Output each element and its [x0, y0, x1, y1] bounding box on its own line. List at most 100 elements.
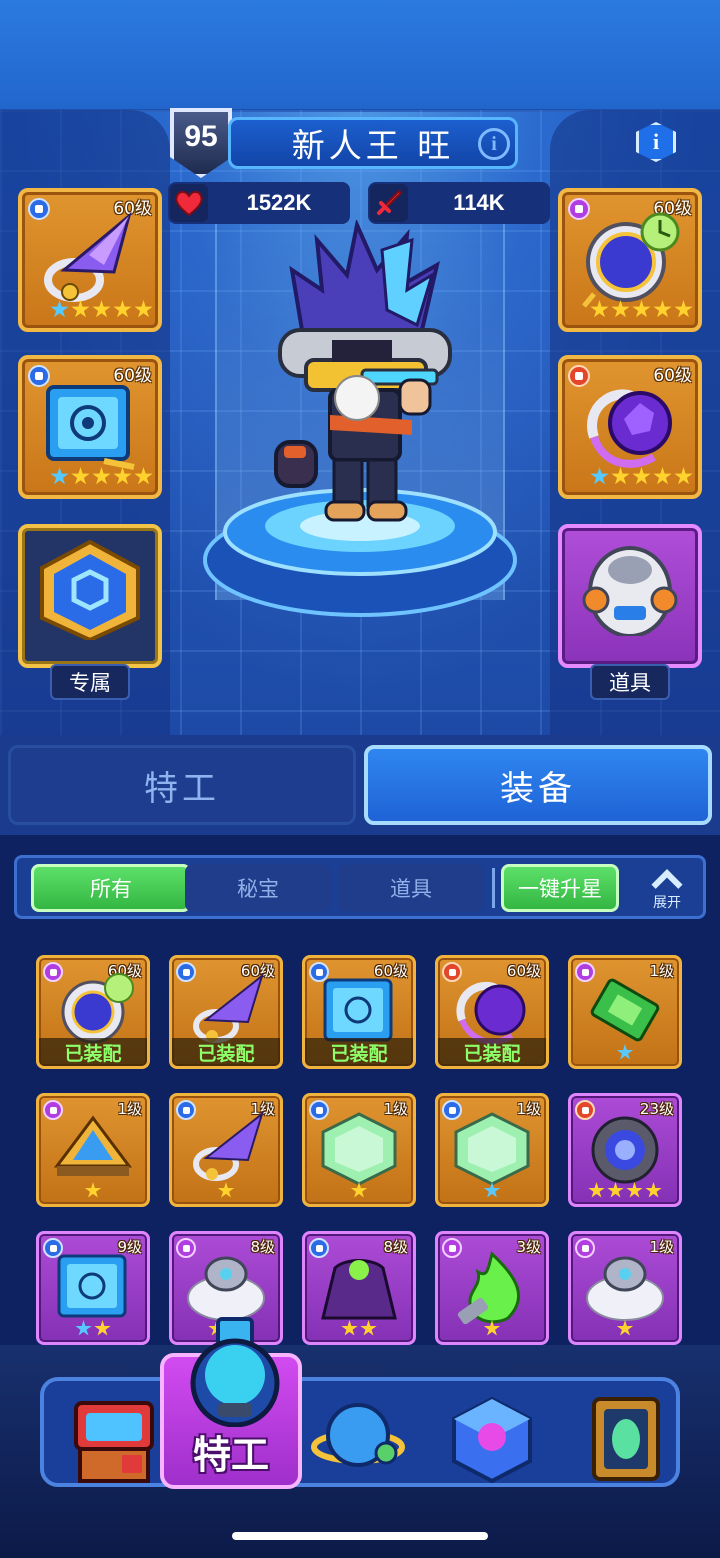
star-icon	[483, 1182, 501, 1198]
jade-shield-icon	[454, 1112, 530, 1186]
inventory-item[interactable]: 1级	[302, 1093, 416, 1207]
equip-slot-right-2[interactable]: 60级	[558, 355, 702, 499]
nav-agent-active[interactable]: 特工	[160, 1317, 302, 1489]
star-rating	[483, 1320, 501, 1338]
equipped-label: 已装配	[172, 1038, 280, 1066]
star-rating	[616, 1320, 634, 1338]
tab-agent[interactable]: 特工	[8, 745, 356, 825]
tab-equip[interactable]: 装备	[364, 745, 712, 825]
crystal-blade-icon	[193, 973, 264, 1043]
main-tabs: 特工 装备	[0, 735, 720, 835]
inventory-item[interactable]: 1级	[568, 955, 682, 1069]
attack-stat: 114K	[368, 182, 550, 224]
portal-icon[interactable]	[578, 1391, 674, 1487]
star-rating	[84, 1182, 102, 1200]
dark-cloak-icon	[321, 1259, 397, 1320]
crystal-blade-icon	[44, 211, 132, 302]
star-rating	[616, 1044, 634, 1062]
inventory-item[interactable]: 60级 已装配	[435, 955, 549, 1069]
star-icon	[607, 1182, 624, 1198]
exclusive-label: 专属	[50, 664, 130, 700]
star-icon	[94, 1320, 111, 1336]
star-rating	[217, 1182, 235, 1200]
tech-cube-icon	[323, 978, 393, 1042]
equipped-label: 已装配	[39, 1038, 147, 1066]
green-gem-icon	[590, 978, 660, 1042]
equip-slot-left-2[interactable]: 60级	[18, 355, 162, 499]
hex-emblem-icon	[40, 540, 140, 640]
inventory-item[interactable]: 1级	[169, 1093, 283, 1207]
nav-bar	[40, 1377, 680, 1487]
star-icon	[616, 1044, 634, 1060]
player-name[interactable]: 新人王 旺	[228, 117, 518, 169]
star-rating	[50, 300, 153, 320]
agent-character[interactable]	[262, 220, 462, 530]
star-icon	[84, 1182, 102, 1198]
magic-cube-icon[interactable]	[444, 1391, 540, 1487]
filter-divider	[492, 868, 495, 908]
star-rating	[483, 1182, 501, 1200]
tech-cube-icon	[46, 385, 135, 470]
inventory-panel: 所有 秘宝 道具 一键升星 展开 60级 已装配 60级 已装配 60级 已装配 60级 已装…	[0, 835, 720, 1365]
inventory-item[interactable]: 1级	[435, 1093, 549, 1207]
inventory-item[interactable]: 3级	[435, 1231, 549, 1345]
heart-icon	[170, 184, 208, 222]
equip-slot-right-1[interactable]: 60级	[558, 188, 702, 332]
inventory-item[interactable]: 60级 已装配	[302, 955, 416, 1069]
pyramid-icon	[54, 1115, 132, 1176]
inventory-item[interactable]: 8级	[302, 1231, 416, 1345]
star-icon	[341, 1320, 358, 1336]
filter-treasure[interactable]: 秘宝	[185, 864, 331, 912]
inventory-item[interactable]: 60级 已装配	[169, 955, 283, 1069]
inventory-item[interactable]: 1级	[36, 1093, 150, 1207]
fur-ring-icon	[187, 1256, 265, 1321]
one-click-star-up-button[interactable]: 一键升星	[501, 864, 619, 912]
star-icon	[360, 1320, 377, 1336]
prop-label: 道具	[590, 664, 670, 700]
star-rating	[588, 1182, 662, 1200]
star-rating	[341, 1320, 377, 1338]
info-icon[interactable]: i	[478, 128, 510, 160]
hp-value: 1522K	[246, 190, 312, 215]
star-icon	[350, 1182, 368, 1198]
inventory-item[interactable]: 9级	[36, 1231, 150, 1345]
pocket-watch-icon	[61, 973, 134, 1044]
hero-area: 95 新人王 旺 i i 1522K 114K 60级 60级 专属 60级 6…	[0, 0, 720, 735]
energy-core-icon	[591, 1116, 659, 1184]
star-rating	[75, 1320, 111, 1338]
star-rating	[50, 467, 153, 487]
sword-icon	[370, 184, 408, 222]
pocket-watch-icon	[582, 212, 680, 308]
equipped-label: 已装配	[438, 1038, 546, 1066]
bottom-nav: 特工	[0, 1317, 720, 1558]
star-icon	[588, 1182, 605, 1198]
star-icon	[75, 1320, 92, 1336]
filter-all[interactable]: 所有	[31, 864, 191, 912]
inventory-item[interactable]: 60级 已装配	[36, 955, 150, 1069]
filter-prop[interactable]: 道具	[338, 864, 484, 912]
shop-robot-icon[interactable]	[66, 1391, 162, 1487]
purple-orb-icon	[587, 389, 672, 468]
home-indicator[interactable]	[232, 1532, 488, 1540]
prop-slot[interactable]	[558, 524, 702, 668]
star-rating	[590, 300, 693, 320]
star-icon	[483, 1320, 501, 1336]
hp-stat: 1522K	[168, 182, 350, 224]
star-rating	[590, 467, 693, 487]
star-icon	[217, 1182, 235, 1198]
expand-button[interactable]: 展开	[631, 860, 703, 918]
inventory-item[interactable]: 1级	[568, 1231, 682, 1345]
capsule-robot-icon	[582, 546, 678, 636]
fur-ring-icon	[586, 1256, 664, 1321]
nav-agent-label: 特工	[192, 1433, 269, 1477]
purple-orb-icon	[456, 982, 526, 1045]
inventory-item[interactable]: 23级	[568, 1093, 682, 1207]
green-flame-icon	[457, 1251, 520, 1324]
equip-slot-left-1[interactable]: 60级	[18, 188, 162, 332]
equipped-label: 已装配	[305, 1038, 413, 1066]
star-rating	[350, 1182, 368, 1200]
agent-helmet-icon	[190, 1317, 280, 1427]
star-icon	[616, 1320, 634, 1336]
exclusive-slot[interactable]	[18, 524, 162, 668]
planet-icon[interactable]	[310, 1391, 406, 1487]
